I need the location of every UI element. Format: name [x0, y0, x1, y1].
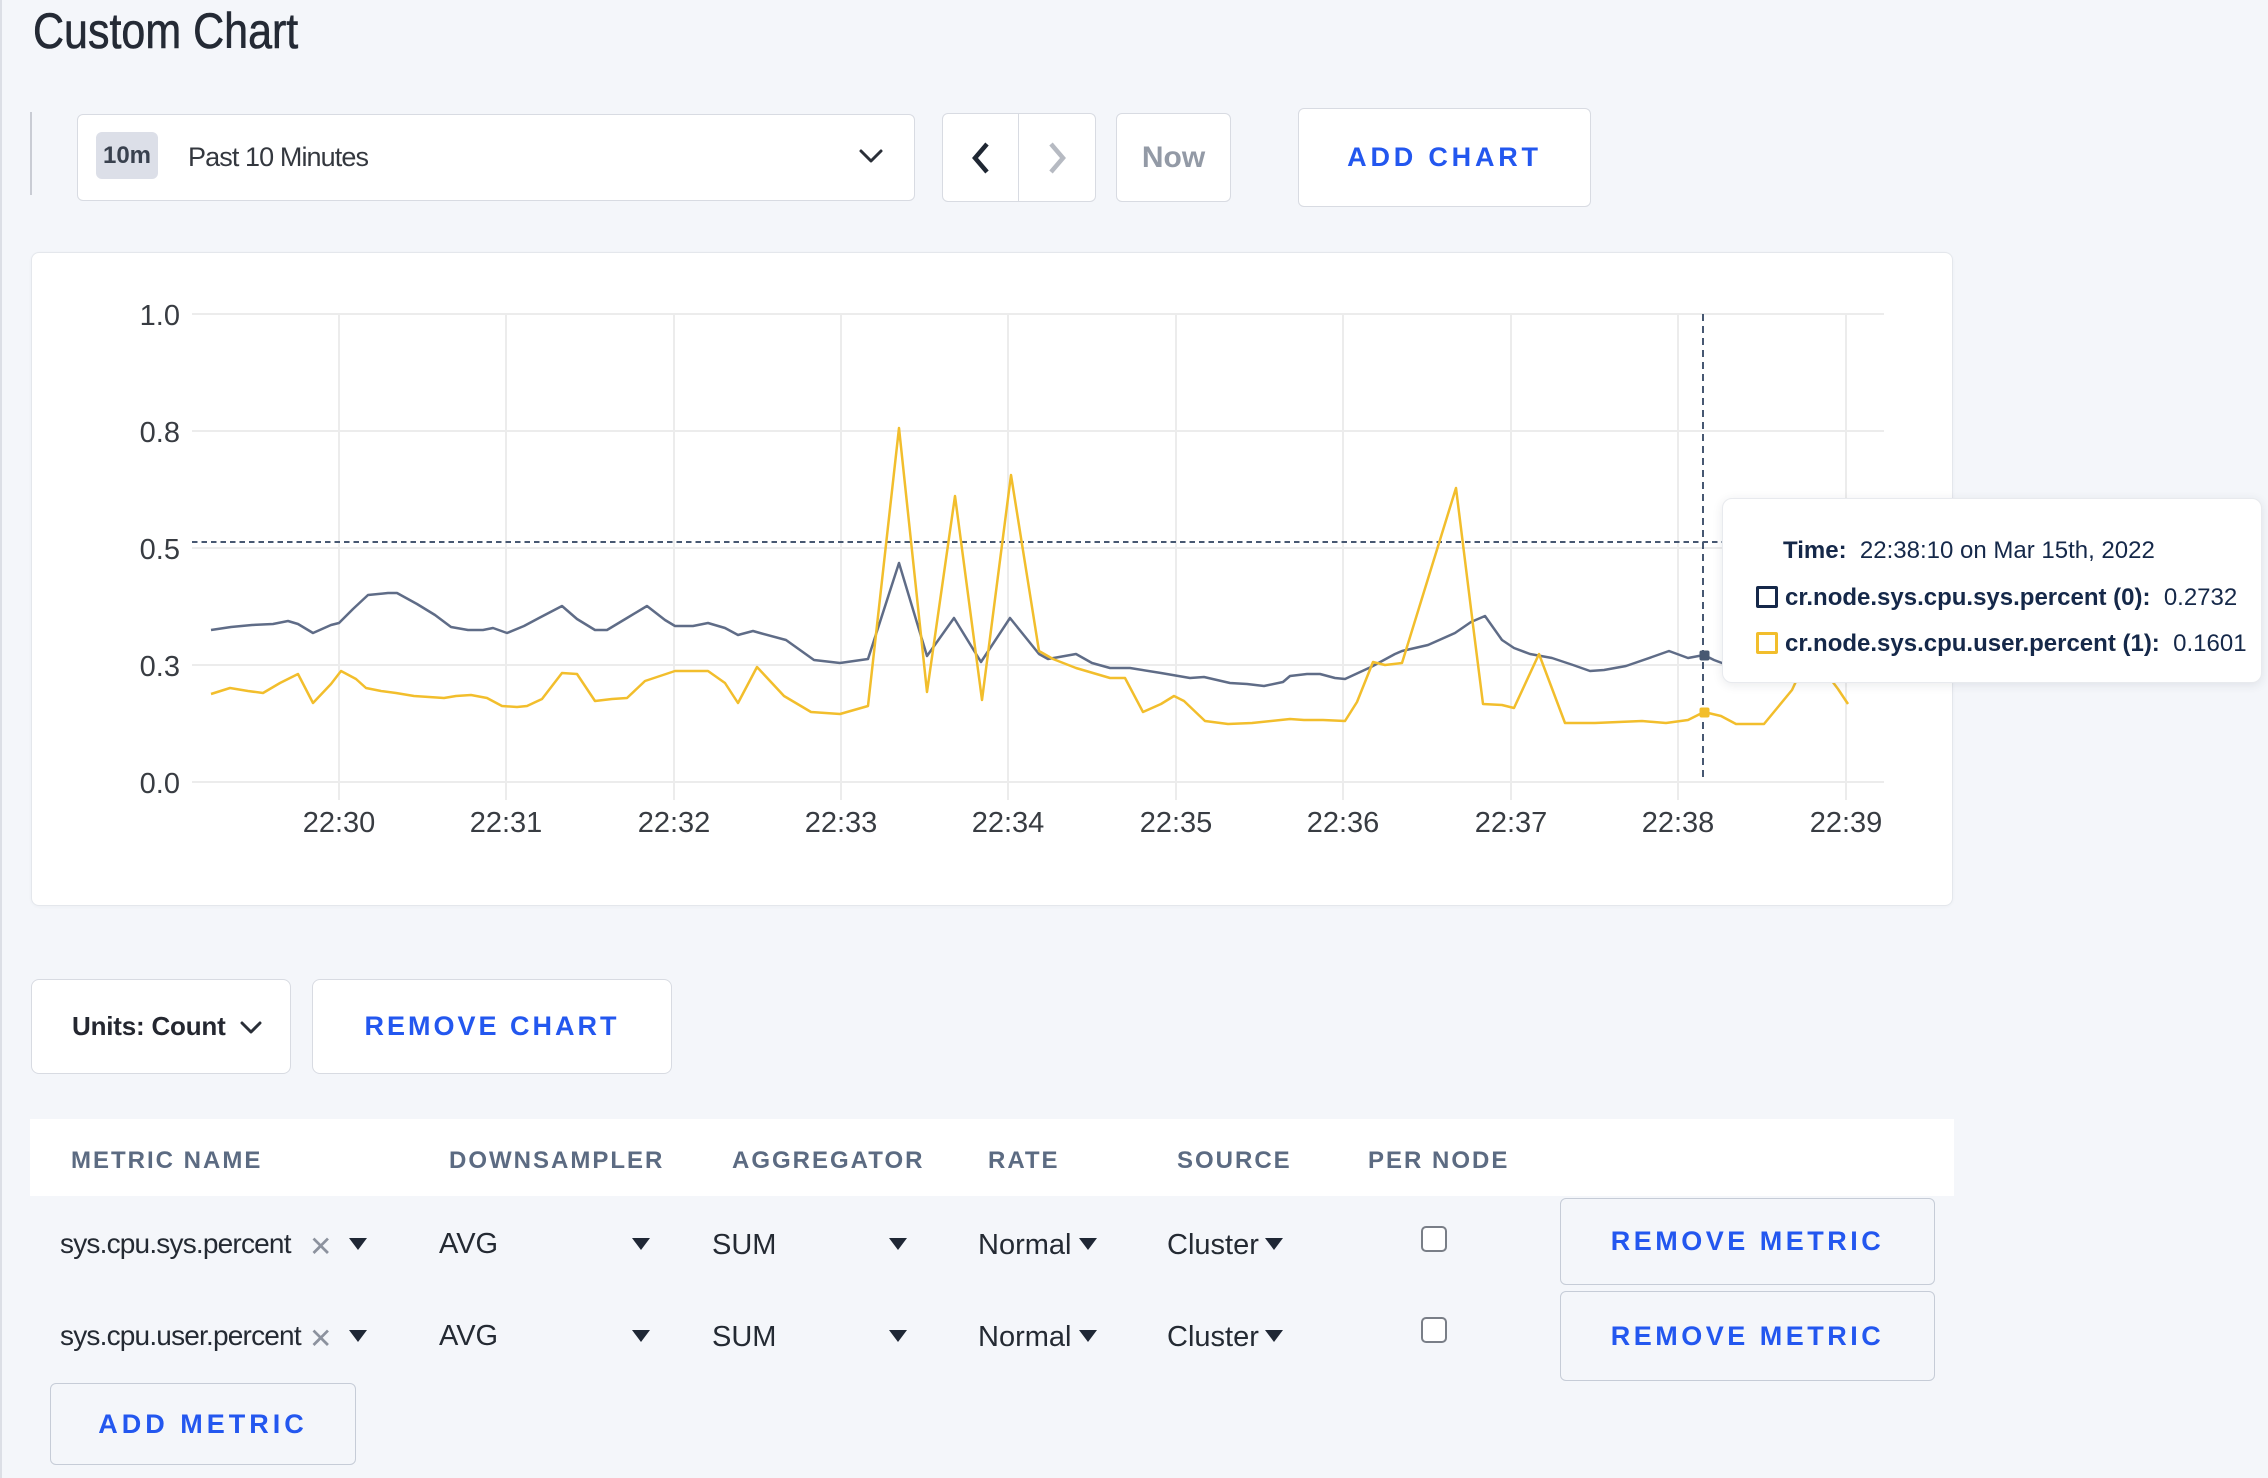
svg-text:22:30: 22:30: [303, 807, 376, 839]
svg-text:1.0: 1.0: [140, 300, 180, 332]
svg-text:22:33: 22:33: [805, 807, 878, 839]
svg-text:0.5: 0.5: [140, 534, 180, 566]
svg-text:22:34: 22:34: [972, 807, 1045, 839]
svg-text:0.0: 0.0: [140, 768, 180, 800]
svg-text:0.3: 0.3: [140, 651, 180, 683]
svg-text:22:38: 22:38: [1642, 807, 1715, 839]
svg-text:0.8: 0.8: [140, 417, 180, 449]
svg-text:22:31: 22:31: [470, 807, 543, 839]
svg-text:22:32: 22:32: [638, 807, 711, 839]
svg-text:22:36: 22:36: [1307, 807, 1380, 839]
svg-text:22:35: 22:35: [1140, 807, 1213, 839]
svg-text:22:39: 22:39: [1810, 807, 1883, 839]
svg-text:22:37: 22:37: [1475, 807, 1548, 839]
